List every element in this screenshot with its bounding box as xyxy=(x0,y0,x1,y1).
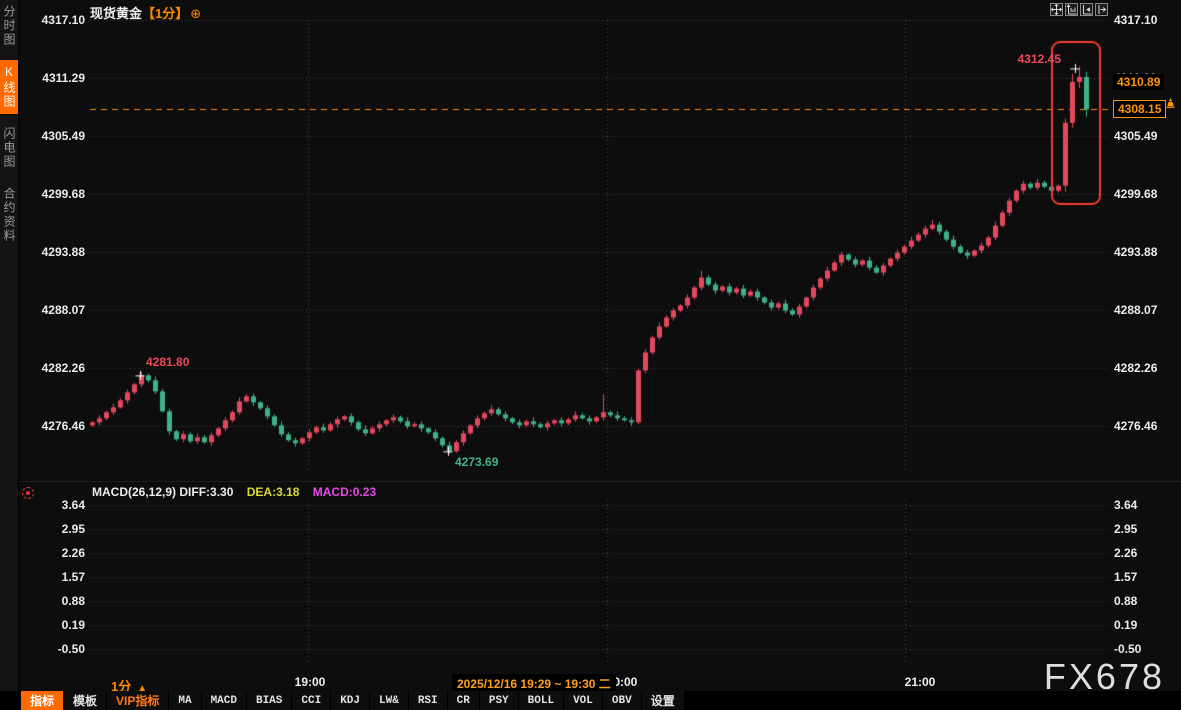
toolbar-item-BIAS[interactable]: BIAS xyxy=(246,691,291,710)
sidebar-item-0[interactable]: 分时图 xyxy=(0,0,18,52)
macd-tick-left: 0.88 xyxy=(28,594,85,608)
sidebar-item-1[interactable]: K线图 xyxy=(0,60,18,114)
macd-tick-left: 3.64 xyxy=(28,498,85,512)
reference-price-tag: 4310.89 xyxy=(1113,74,1164,90)
macd-tick-left: 0.19 xyxy=(28,618,85,632)
toolbar-item-指标[interactable]: 指标 xyxy=(20,691,63,710)
last-price-tag: 4308.15 xyxy=(1113,100,1166,118)
macd-tick-left: 2.95 xyxy=(28,522,85,536)
price-tick-right: 4293.88 xyxy=(1114,245,1157,259)
pan-icon[interactable] xyxy=(1050,3,1063,16)
sidebar-item-2[interactable]: 闪电图 xyxy=(0,122,18,174)
toolbar-item-CR[interactable]: CR xyxy=(447,691,479,710)
macd-params-label: MACD(26,12,9) xyxy=(92,485,176,499)
toolbar-item-VOL[interactable]: VOL xyxy=(563,691,602,710)
macd-tick-right: 1.57 xyxy=(1114,570,1137,584)
price-tick-left: 4282.26 xyxy=(28,361,85,375)
macd-tick-right: 3.64 xyxy=(1114,498,1137,512)
macd-tick-right: 2.95 xyxy=(1114,522,1137,536)
shift-right-icon[interactable] xyxy=(1095,3,1108,16)
price-tick-left: 4293.88 xyxy=(28,245,85,259)
price-annotation: 4281.80 xyxy=(146,355,189,369)
x-axis-scale-icon[interactable] xyxy=(1080,3,1093,16)
macd-tick-right: 0.88 xyxy=(1114,594,1137,608)
macd-tick-right: 0.19 xyxy=(1114,618,1137,632)
toolbar-item-BOLL[interactable]: BOLL xyxy=(518,691,563,710)
macd-tick-right: 2.26 xyxy=(1114,546,1137,560)
macd-tick-left: 2.26 xyxy=(28,546,85,560)
toolbar-item-VIP指标[interactable]: VIP指标 xyxy=(106,691,168,710)
indicator-toolbar: 指标模板VIP指标MAMACDBIASCCIKDJLW&RSICRPSYBOLL… xyxy=(0,691,1181,710)
toolbar-item-KDJ[interactable]: KDJ xyxy=(330,691,369,710)
price-annotation: 4312.45 xyxy=(1018,52,1061,66)
toolbar-item-PSY[interactable]: PSY xyxy=(479,691,518,710)
zoom-in-icon[interactable]: ⊕ xyxy=(190,6,201,21)
toolbar-item-模板[interactable]: 模板 xyxy=(63,691,106,710)
macd-diff-value: DIFF:3.30 xyxy=(179,485,233,499)
sidebar-item-3[interactable]: 合约资料 xyxy=(0,182,18,248)
macd-tick-left: -0.50 xyxy=(28,642,85,656)
price-tick-left: 4299.68 xyxy=(28,187,85,201)
record-indicator-icon xyxy=(22,487,34,499)
macd-header: MACD(26,12,9) DIFF:3.30 DEA:3.18 MACD:0.… xyxy=(92,485,376,499)
price-tick-left: 4288.07 xyxy=(28,303,85,317)
macd-macd-value: MACD:0.23 xyxy=(313,485,376,499)
price-annotation: 4273.69 xyxy=(455,455,498,469)
toolbar-item-MACD[interactable]: MACD xyxy=(201,691,246,710)
price-tick-left: 4276.46 xyxy=(28,419,85,433)
macd-tick-right: -0.50 xyxy=(1114,642,1141,656)
time-tick: 19:00 xyxy=(295,675,326,689)
time-tick: 21:00 xyxy=(905,675,936,689)
toolbar-item-设置[interactable]: 设置 xyxy=(641,691,684,710)
price-tick-left: 4317.10 xyxy=(28,13,85,27)
symbol-name: 现货黄金 xyxy=(90,6,142,21)
macd-dea-value: DEA:3.18 xyxy=(247,485,300,499)
chart-title: 现货黄金【1分】⊕ xyxy=(90,3,201,22)
price-tick-right: 4305.49 xyxy=(1114,129,1157,143)
toolbar-item-OBV[interactable]: OBV xyxy=(602,691,641,710)
trading-app-window: 现货黄金【1分】⊕ 分时图 K线图闪电图合约资料 MACD(26,12,9) DI… xyxy=(0,0,1181,710)
macd-tick-left: 1.57 xyxy=(28,570,85,584)
panel-divider xyxy=(18,481,1181,482)
toolbar-item-LW&[interactable]: LW& xyxy=(369,691,408,710)
price-tick-right: 4276.46 xyxy=(1114,419,1157,433)
toolbar-item-CCI[interactable]: CCI xyxy=(291,691,330,710)
price-alert-icon[interactable] xyxy=(1164,97,1177,115)
toolbar-item-RSI[interactable]: RSI xyxy=(408,691,447,710)
price-tick-left: 4311.29 xyxy=(28,71,85,85)
price-tick-right: 4288.07 xyxy=(1114,303,1157,317)
price-tick-right: 4282.26 xyxy=(1114,361,1157,375)
toolbar-item-MA[interactable]: MA xyxy=(168,691,200,710)
price-tick-left: 4305.49 xyxy=(28,129,85,143)
sidebar: 分时图 K线图闪电图合约资料 xyxy=(0,0,19,692)
price-tick-right: 4299.68 xyxy=(1114,187,1157,201)
y-axis-scale-icon[interactable] xyxy=(1065,3,1078,16)
interval-tag: 【1分】 xyxy=(142,6,188,21)
price-tick-right: 4317.10 xyxy=(1114,13,1157,27)
